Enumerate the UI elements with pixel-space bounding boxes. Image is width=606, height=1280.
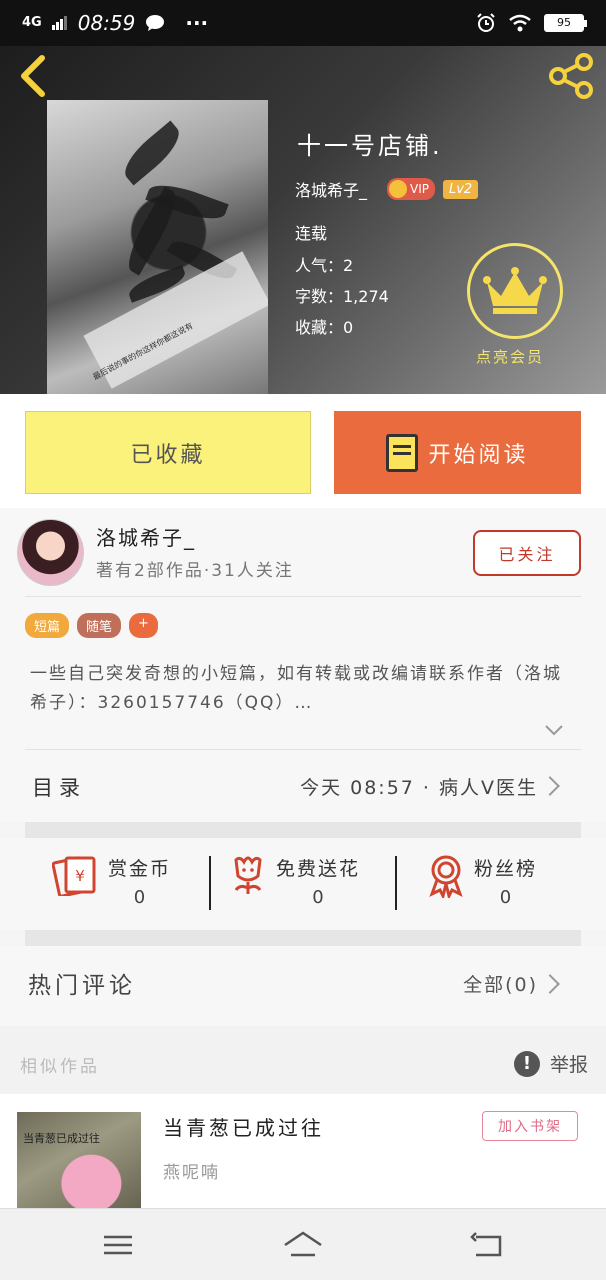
network-indicator: 4G [22,15,42,30]
crown-icon [389,180,408,198]
similar-works-header: 相似作品 ! 举报 [0,1026,606,1094]
author-row: 洛城希子_ VIP Lv2 [295,177,479,201]
expand-description-icon[interactable] [545,721,563,739]
book-popularity: 人气：2 [295,256,354,275]
action-area: 已收藏 开始阅读 [0,394,606,508]
tag-list: 短篇 随笔 + [25,613,158,638]
catalog-row[interactable]: 目录 今天 08:57 · 病人V医生 [0,750,606,822]
author-name[interactable]: 洛城希子_ [96,522,196,551]
chevron-left-icon [21,55,45,97]
book-title: 十一号店铺. [297,132,443,160]
hot-comments-label: 热门评论 [28,973,136,999]
divider [209,856,211,910]
back-nav-icon[interactable] [468,1229,508,1261]
report-button[interactable]: ! 举报 [513,1050,588,1077]
home-icon[interactable] [283,1229,323,1261]
book-status: 连载 [295,224,328,243]
signal-icon [51,16,67,30]
medal-icon [429,855,463,898]
more-indicator: ··· [185,11,209,35]
section-separator [25,822,581,838]
red-envelope-icon: ¥ [52,856,96,896]
status-bar: 4G 08:59 ··· 95 [0,0,606,46]
book-header: 最后说的事的你这样你都这说有 十一号店铺. 洛城希子_ VIP Lv2 连载 人… [0,46,606,394]
reward-row: ¥ 赏金币 0 免费送花 0 粉丝榜 0 [0,838,606,930]
collect-button[interactable]: 已收藏 [25,411,311,494]
similar-work-title: 当青葱已成过往 [163,1116,324,1140]
divider [25,596,581,597]
share-icon [549,53,593,99]
divider [395,856,397,910]
book-word-count: 字数：1,274 [295,287,389,306]
author-avatar[interactable] [17,519,84,586]
fan-ranking-label: 粉丝榜 [474,858,538,880]
author-section: 洛城希子_ 著有2部作品·31人关注 已关注 短篇 随笔 + 一些自己突发奇想的… [0,508,606,750]
chevron-right-icon [540,974,560,994]
member-label[interactable]: 点亮会员 [476,346,544,367]
level-badge: Lv2 [443,179,479,199]
fan-ranking-value: 0 [499,887,512,908]
vip-badge: VIP [387,178,435,200]
similar-work-cover: 当青葱已成过往 [17,1112,141,1222]
crown-icon [483,267,547,314]
tag-short[interactable]: 短篇 [25,613,70,638]
add-to-shelf-button[interactable]: 加入书架 [482,1111,578,1141]
add-tag-button[interactable]: + [129,613,158,638]
similar-work-item[interactable]: 当青葱已成过往 当青葱已成过往 燕呢喃 加入书架 [0,1094,606,1222]
latest-chapter: 今天 08:57 · 病人V医生 [300,777,538,799]
similar-works-label: 相似作品 [20,1057,100,1077]
book-author[interactable]: 洛城希子_ [295,177,367,201]
tag-essay[interactable]: 随笔 [77,613,122,638]
similar-cover-caption: 当青葱已成过往 [23,1132,100,1145]
book-cover: 最后说的事的你这样你都这说有 [47,100,268,394]
book-icon [386,433,419,472]
wifi-icon [509,14,531,32]
chevron-right-icon [540,776,560,796]
send-flower-label: 免费送花 [276,858,361,880]
author-stats: 著有2部作品·31人关注 [96,561,294,581]
reward-coins-value: 0 [133,887,146,908]
all-comments-link[interactable]: 全部(0) [463,970,538,997]
menu-icon[interactable] [98,1229,138,1261]
system-nav-bar [0,1208,606,1280]
fan-ranking-button[interactable]: 粉丝榜 0 [428,854,537,908]
share-button[interactable] [548,52,596,100]
book-favorites: 收藏：0 [295,318,354,337]
comments-row[interactable]: 热门评论 全部(0) [0,946,606,1026]
alarm-icon [477,13,495,32]
reward-coins-button[interactable]: ¥ 赏金币 0 [52,854,171,908]
book-description: 一些自己突发奇想的小短篇，如有转载或改编请联系作者（洛城希子）：32601577… [30,664,562,713]
reward-coins-label: 赏金币 [108,858,172,880]
follow-button[interactable]: 已关注 [473,530,581,576]
section-separator [25,930,581,946]
send-flower-button[interactable]: 免费送花 0 [230,854,360,908]
clock: 08:59 [77,11,136,35]
flower-icon [234,856,262,894]
battery-indicator: 95 [544,14,587,32]
similar-work-author: 燕呢喃 [163,1163,220,1183]
send-flower-value: 0 [312,887,324,908]
message-icon [146,15,165,31]
start-reading-button[interactable]: 开始阅读 [334,411,581,494]
member-button[interactable] [467,243,563,339]
svg-text:¥: ¥ [75,867,85,885]
catalog-label: 目录 [32,776,86,800]
back-button[interactable] [16,54,56,98]
warning-icon: ! [513,1050,540,1077]
